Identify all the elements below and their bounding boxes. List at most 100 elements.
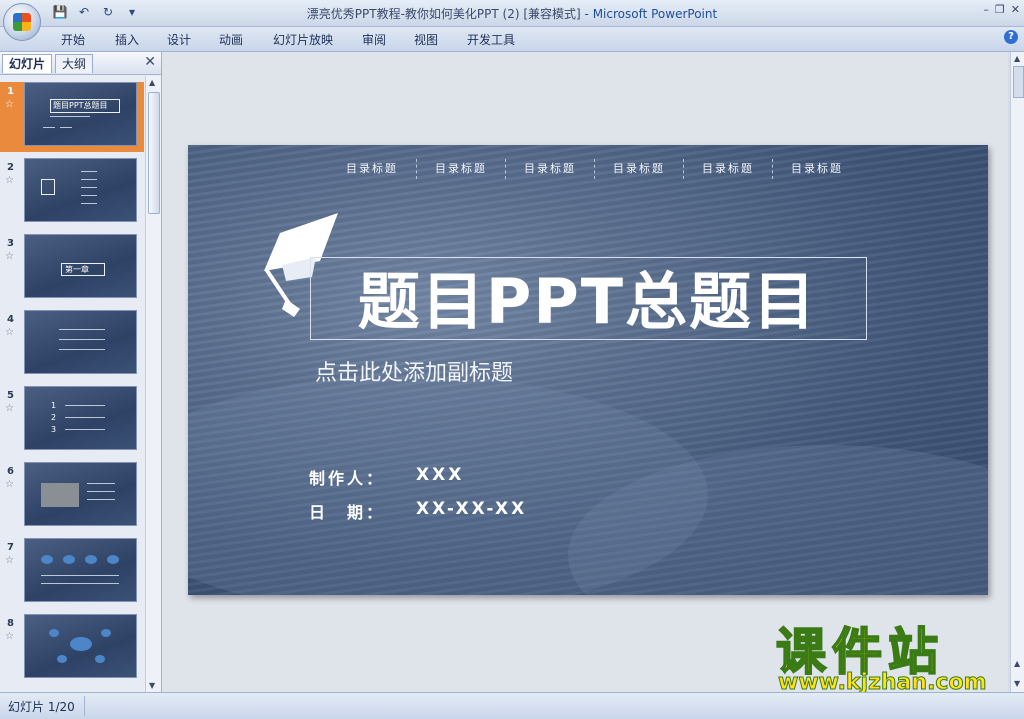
slide-number: 8 <box>7 618 14 629</box>
office-button[interactable] <box>3 3 41 41</box>
thumb-line <box>59 349 105 350</box>
toc-item[interactable]: 目录标题 <box>328 159 417 179</box>
thumb-line <box>59 329 105 330</box>
document-title: 漂亮优秀PPT教程-教你如何美化PPT (2) [兼容模式] <box>306 7 581 21</box>
thumb-chapter-text: 第一章 <box>65 265 89 274</box>
thumbnail-image <box>24 158 137 222</box>
author-value[interactable]: XXX <box>416 465 464 485</box>
scroll-up-icon[interactable]: ▲ <box>1014 54 1020 63</box>
minimize-icon[interactable]: – <box>983 3 989 16</box>
thumb-node <box>70 637 92 651</box>
thumb-line <box>41 575 119 576</box>
slide-number: 7 <box>7 542 14 553</box>
transition-star-icon: ☆ <box>5 99 14 110</box>
thumb-line <box>59 339 105 340</box>
status-bar: 幻灯片 1/20 <box>0 692 1024 719</box>
tab-insert[interactable]: 插入 <box>115 31 139 48</box>
close-icon[interactable]: ✕ <box>1011 3 1020 16</box>
slide-thumbnail-4[interactable]: 4 ☆ <box>0 310 144 380</box>
tab-review[interactable]: 审阅 <box>362 31 386 48</box>
previous-slide-icon[interactable]: ▲ <box>1014 659 1020 668</box>
panel-scrollbar[interactable]: ▲ ▼ <box>145 76 161 692</box>
ribbon-tabs: 开始 插入 设计 动画 幻灯片放映 审阅 视图 开发工具 ? <box>0 27 1024 52</box>
transition-star-icon: ☆ <box>5 631 14 642</box>
status-separator <box>84 696 85 716</box>
restore-icon[interactable]: ❐ <box>995 3 1005 16</box>
slide-indicator: 幻灯片 1/20 <box>8 700 75 714</box>
transition-star-icon: ☆ <box>5 175 14 186</box>
toc-item[interactable]: 目录标题 <box>684 159 773 179</box>
scroll-down-icon[interactable]: ▼ <box>149 681 155 690</box>
thumb-line <box>41 583 119 584</box>
toc-item[interactable]: 目录标题 <box>417 159 506 179</box>
slide-number: 6 <box>7 466 14 477</box>
transition-star-icon: ☆ <box>5 403 14 414</box>
tab-slideshow[interactable]: 幻灯片放映 <box>273 31 333 48</box>
thumb-node <box>57 655 67 663</box>
thumb-node <box>49 629 59 637</box>
thumbnail-image <box>24 310 137 374</box>
slide-thumbnail-5[interactable]: 5 ☆ 1 2 3 <box>0 386 144 456</box>
toc-item[interactable]: 目录标题 <box>773 159 861 179</box>
slide-thumbnail-8[interactable]: 8 ☆ <box>0 614 144 684</box>
window-controls: – ❐ ✕ <box>983 3 1020 16</box>
transition-star-icon: ☆ <box>5 327 14 338</box>
thumbnail-image: 1 2 3 <box>24 386 137 450</box>
thumb-line <box>43 127 55 128</box>
slide-number: 1 <box>7 86 14 97</box>
thumbnail-image: 题目PPT总题目 <box>24 82 137 146</box>
tab-design[interactable]: 设计 <box>167 31 191 48</box>
slides-panel: 幻灯片 大纲 ✕ 1 ☆ 题目PPT总题目 2 ☆ 3 ☆ 第一章 4 ☆ 5 … <box>0 52 162 692</box>
transition-star-icon: ☆ <box>5 251 14 262</box>
thumb-line <box>65 417 105 418</box>
office-logo-icon <box>13 13 31 31</box>
toc-item[interactable]: 目录标题 <box>595 159 684 179</box>
slide-number: 5 <box>7 390 14 401</box>
thumbnail-image <box>24 462 137 526</box>
tab-animations[interactable]: 动画 <box>219 31 243 48</box>
tab-slides[interactable]: 幻灯片 <box>2 54 53 73</box>
thumb-node <box>41 555 53 564</box>
tab-developer[interactable]: 开发工具 <box>467 31 515 48</box>
help-icon[interactable]: ? <box>1004 30 1018 44</box>
slide-thumbnail-2[interactable]: 2 ☆ <box>0 158 144 228</box>
thumbnail-image <box>24 538 137 602</box>
scroll-thumb[interactable] <box>1013 66 1024 98</box>
thumb-line <box>87 491 115 492</box>
slide-canvas[interactable]: 目录标题 目录标题 目录标题 目录标题 目录标题 目录标题 题目PPT总题目 点… <box>188 145 988 595</box>
thumb-node <box>95 655 105 663</box>
thumb-line <box>81 203 97 204</box>
slide-title[interactable]: 题目PPT总题目 <box>310 251 865 341</box>
title-bar: 💾 ↶ ↻ ▾ 漂亮优秀PPT教程-教你如何美化PPT (2) [兼容模式] -… <box>0 0 1024 27</box>
thumb-line <box>65 405 105 406</box>
thumb-photo <box>41 483 79 507</box>
slide-number: 4 <box>7 314 14 325</box>
thumbnail-image: 第一章 <box>24 234 137 298</box>
panel-tabs: 幻灯片 大纲 ✕ <box>0 52 161 75</box>
transition-star-icon: ☆ <box>5 555 14 566</box>
thumb-line <box>81 187 97 188</box>
slide-thumbnail-3[interactable]: 3 ☆ 第一章 <box>0 234 144 304</box>
slide-subtitle[interactable]: 点击此处添加副标题 <box>315 355 513 387</box>
tab-outline[interactable]: 大纲 <box>55 54 94 73</box>
editor-scrollbar[interactable]: ▲ ▲ ▼ <box>1010 52 1024 692</box>
slide-thumbnail-7[interactable]: 7 ☆ <box>0 538 144 608</box>
close-panel-icon[interactable]: ✕ <box>144 54 156 70</box>
thumb-list-number: 2 <box>51 413 57 422</box>
slide-thumbnail-1[interactable]: 1 ☆ 题目PPT总题目 <box>0 82 144 152</box>
tab-home[interactable]: 开始 <box>61 31 85 48</box>
thumbnail-list: 1 ☆ 题目PPT总题目 2 ☆ 3 ☆ 第一章 4 ☆ 5 ☆ 1 2 3 6… <box>0 76 144 692</box>
tab-view[interactable]: 视图 <box>414 31 438 48</box>
scroll-up-icon[interactable]: ▲ <box>149 78 155 87</box>
thumb-list-number: 1 <box>51 401 57 410</box>
date-value[interactable]: XX-XX-XX <box>416 499 527 519</box>
thumb-node <box>85 555 97 564</box>
window-title: 漂亮优秀PPT教程-教你如何美化PPT (2) [兼容模式] - Microso… <box>0 5 1024 22</box>
author-label: 制作人： <box>309 469 386 488</box>
toc-item[interactable]: 目录标题 <box>506 159 595 179</box>
slide-thumbnail-6[interactable]: 6 ☆ <box>0 462 144 532</box>
scroll-thumb[interactable] <box>148 92 160 214</box>
thumb-list-number: 3 <box>51 425 57 434</box>
thumb-line <box>60 127 72 128</box>
next-slide-icon[interactable]: ▼ <box>1014 679 1020 688</box>
